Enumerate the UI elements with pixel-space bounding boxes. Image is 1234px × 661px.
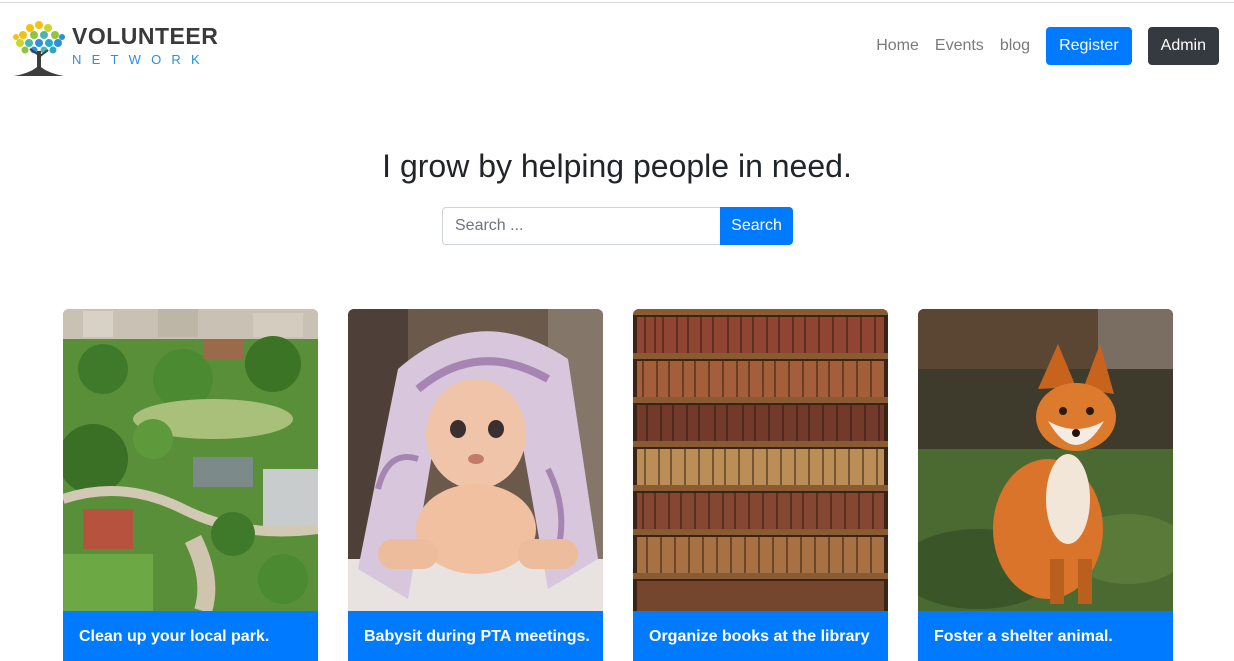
brand-subtitle: NETWORK: [72, 52, 210, 67]
brand-name: VOLUNTEER: [72, 23, 219, 49]
navbar: VOLUNTEER NETWORK Home Events blog Regis…: [0, 3, 1234, 83]
tree-logo-icon: [13, 21, 65, 76]
hero-title: I grow by helping people in need.: [382, 148, 852, 184]
search-input[interactable]: [442, 207, 720, 245]
brand[interactable]: VOLUNTEER NETWORK: [8, 15, 218, 79]
card-caption: Clean up your local park.: [63, 611, 318, 661]
card-foster[interactable]: Foster a shelter animal.: [918, 309, 1173, 661]
card-park[interactable]: Clean up your local park.: [63, 309, 318, 661]
nav-links: Home Events blog Register Admin: [876, 27, 1219, 65]
nav-blog-link[interactable]: blog: [1000, 37, 1030, 55]
card-caption: Foster a shelter animal.: [918, 611, 1173, 661]
card-caption: Babysit during PTA meetings.: [348, 611, 603, 661]
baby-photo: [348, 309, 603, 611]
admin-button[interactable]: Admin: [1147, 27, 1219, 65]
nav-home-link[interactable]: Home: [876, 37, 919, 55]
nav-events-link[interactable]: Events: [935, 37, 984, 55]
register-button[interactable]: Register: [1046, 27, 1132, 65]
card-caption: Organize books at the library: [633, 611, 888, 661]
card-library[interactable]: Organize books at the library: [633, 309, 888, 661]
park-aerial-photo: [63, 309, 318, 611]
fox-photo: [918, 309, 1173, 611]
search-button[interactable]: Search: [720, 207, 793, 245]
search-form: Search: [442, 207, 793, 245]
card-babysit[interactable]: Babysit during PTA meetings.: [348, 309, 603, 661]
library-bookshelf-photo: [633, 309, 888, 611]
